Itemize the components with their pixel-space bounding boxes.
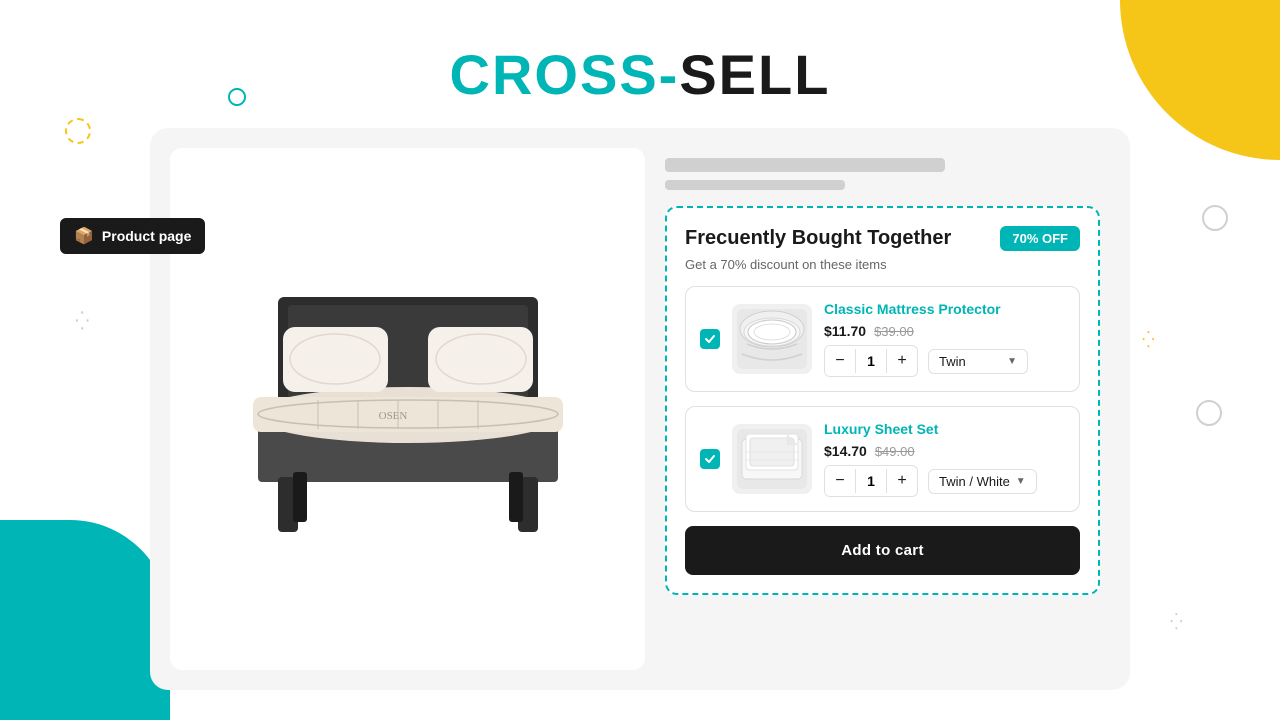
add-to-cart-button[interactable]: Add to cart bbox=[685, 526, 1080, 575]
box-icon: 📦 bbox=[74, 226, 94, 246]
controls-row-2: − 1 + Twin / White ▼ bbox=[824, 465, 1065, 497]
price-sale-2: $14.70 bbox=[824, 443, 867, 459]
price-sale-1: $11.70 bbox=[824, 323, 866, 339]
title-cross: CROSS- bbox=[450, 43, 680, 106]
price-row-2: $14.70 $49.00 bbox=[824, 443, 1065, 459]
price-row-1: $11.70 $39.00 bbox=[824, 323, 1065, 339]
deco-dots-right2: ⁛ bbox=[1170, 612, 1190, 632]
discount-badge: 70% OFF bbox=[1000, 226, 1080, 251]
variant-select-1[interactable]: Twin ▼ bbox=[928, 349, 1028, 374]
checkmark-2-icon bbox=[704, 453, 716, 465]
placeholder-bar-medium bbox=[665, 180, 845, 190]
bed-svg: OSEN bbox=[218, 267, 598, 547]
product-item-1: Classic Mattress Protector $11.70 $39.00… bbox=[685, 286, 1080, 392]
variant-label-2: Twin / White bbox=[939, 474, 1010, 489]
product-item-2: Luxury Sheet Set $14.70 $49.00 − 1 + Twi… bbox=[685, 406, 1080, 512]
deco-teal-corner bbox=[0, 520, 170, 720]
right-panel: Frecuently Bought Together 70% OFF Get a… bbox=[645, 148, 1110, 670]
chevron-2-icon: ▼ bbox=[1016, 476, 1026, 487]
placeholder-bar-wide bbox=[665, 158, 945, 172]
product-name-2: Luxury Sheet Set bbox=[824, 421, 1065, 437]
product-name-1: Classic Mattress Protector bbox=[824, 301, 1065, 317]
qty-control-1: − 1 + bbox=[824, 345, 918, 377]
deco-dots-right1: ⁛ bbox=[1142, 330, 1162, 350]
variant-select-2[interactable]: Twin / White ▼ bbox=[928, 469, 1037, 494]
checkbox-1[interactable] bbox=[700, 329, 720, 349]
svg-text:OSEN: OSEN bbox=[378, 410, 407, 422]
deco-circle-right1 bbox=[1202, 205, 1228, 231]
widget-subtitle: Get a 70% discount on these items bbox=[685, 257, 1080, 272]
price-original-2: $49.00 bbox=[875, 444, 915, 459]
bed-image: OSEN bbox=[218, 267, 598, 552]
page-title: CROSS-SELL bbox=[450, 43, 831, 106]
page-title-wrap: CROSS-SELL bbox=[0, 42, 1280, 107]
crosssell-widget: Frecuently Bought Together 70% OFF Get a… bbox=[665, 206, 1100, 595]
product-details-2: Luxury Sheet Set $14.70 $49.00 − 1 + Twi… bbox=[824, 421, 1065, 497]
placeholder-bars bbox=[665, 158, 1100, 190]
qty-value-1: 1 bbox=[855, 349, 887, 373]
qty-decrease-2[interactable]: − bbox=[825, 466, 855, 496]
qty-increase-2[interactable]: + bbox=[887, 466, 917, 496]
product-thumb-1 bbox=[732, 304, 812, 374]
qty-decrease-1[interactable]: − bbox=[825, 346, 855, 376]
product-page-label: 📦 Product page bbox=[60, 218, 205, 254]
widget-header: Frecuently Bought Together 70% OFF bbox=[685, 226, 1080, 251]
product-page-text: Product page bbox=[102, 228, 191, 244]
checkbox-2[interactable] bbox=[700, 449, 720, 469]
main-container: OSEN Frecuently Bought Together 70% OFF … bbox=[150, 128, 1130, 690]
deco-dots-left: ⁛ bbox=[75, 312, 95, 332]
deco-circle-yellow bbox=[65, 118, 91, 144]
qty-control-2: − 1 + bbox=[824, 465, 918, 497]
deco-circle-right2 bbox=[1196, 400, 1222, 426]
left-panel: OSEN bbox=[170, 148, 645, 670]
variant-label-1: Twin bbox=[939, 354, 966, 369]
chevron-1-icon: ▼ bbox=[1007, 356, 1017, 367]
product-thumb-2 bbox=[732, 424, 812, 494]
checkmark-1-icon bbox=[704, 333, 716, 345]
mattress-protector-img bbox=[732, 304, 812, 374]
qty-increase-1[interactable]: + bbox=[887, 346, 917, 376]
qty-value-2: 1 bbox=[855, 469, 887, 493]
price-original-1: $39.00 bbox=[874, 324, 914, 339]
product-details-1: Classic Mattress Protector $11.70 $39.00… bbox=[824, 301, 1065, 377]
sheet-set-img bbox=[732, 424, 812, 494]
title-sell: SELL bbox=[679, 43, 830, 106]
widget-title: Frecuently Bought Together bbox=[685, 227, 951, 250]
controls-row-1: − 1 + Twin ▼ bbox=[824, 345, 1065, 377]
